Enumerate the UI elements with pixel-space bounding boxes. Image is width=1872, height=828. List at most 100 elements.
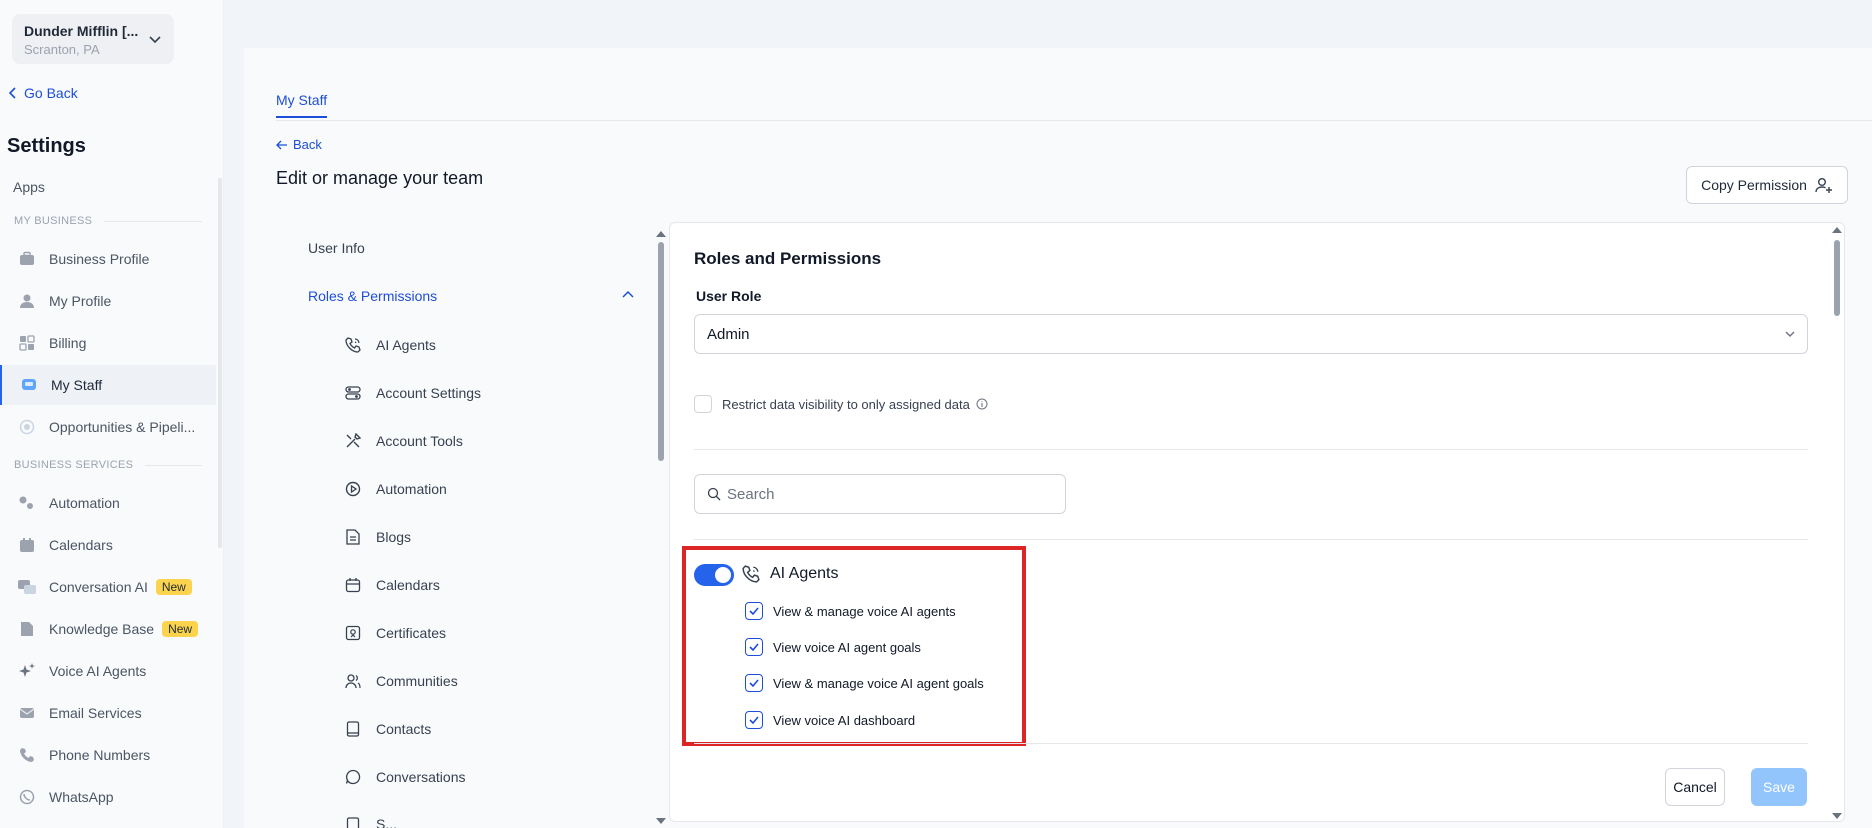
nav-item-label: S...	[376, 816, 398, 828]
nav-certificates[interactable]: Certificates	[344, 624, 446, 642]
cogs-icon	[18, 494, 36, 512]
nav-item-label: Certificates	[376, 625, 447, 641]
nav-automation[interactable]: Automation	[344, 480, 447, 498]
sidebar-item-label: Calendars	[49, 537, 113, 553]
nav-communities[interactable]: Communities	[344, 672, 458, 690]
sidebar-item-my-profile[interactable]: My Profile	[0, 281, 216, 321]
arrow-left-icon	[276, 140, 287, 149]
sidebar-item-label: Voice AI Agents	[49, 663, 147, 679]
user-role-select[interactable]: Admin	[694, 314, 1808, 354]
copy-permission-label: Copy Permission	[1701, 177, 1807, 193]
sidebar-item-voice-ai-agents[interactable]: Voice AI Agents	[0, 651, 216, 691]
sidebar-item-label: Billing	[49, 335, 87, 351]
chevron-left-icon	[8, 87, 16, 99]
page-title: Edit or manage your team	[276, 168, 484, 188]
nav-truncated-item[interactable]: S...	[344, 816, 397, 828]
chat-icon	[18, 578, 36, 596]
sidebar-item-label: My Profile	[49, 293, 112, 309]
sidebar-item-business-profile[interactable]: Business Profile	[0, 239, 216, 279]
sparkle-icon	[18, 662, 36, 680]
calendar-icon	[18, 536, 36, 554]
sidebar-item-label: Opportunities & Pipeli...	[49, 419, 196, 435]
restrict-visibility-checkbox[interactable]	[694, 395, 712, 413]
file-text-icon	[344, 528, 362, 546]
sidebar-item-conversation-ai[interactable]: Conversation AI New	[0, 567, 216, 607]
nav-contacts[interactable]: Contacts	[344, 720, 431, 738]
sidebar-item-label: Conversation AI	[49, 579, 148, 595]
permission-search-input[interactable]: Search	[694, 474, 1066, 514]
back-link[interactable]: Back	[276, 137, 322, 152]
sidebar-item-apps[interactable]: Apps	[13, 179, 45, 195]
nav-ai-agents[interactable]: AI Agents	[344, 336, 436, 354]
nav-item-label: Blogs	[376, 529, 412, 545]
save-button[interactable]: Save	[1751, 768, 1807, 806]
nav-user-info[interactable]: User Info	[308, 240, 365, 256]
tab-divider	[276, 120, 1872, 121]
cancel-button[interactable]: Cancel	[1665, 768, 1725, 806]
panel-scrollbar[interactable]	[1832, 226, 1842, 822]
info-icon[interactable]	[976, 398, 988, 410]
sidebar-item-whatsapp[interactable]: WhatsApp	[0, 777, 216, 817]
nav-item-label: Contacts	[376, 721, 432, 737]
new-badge: New	[162, 621, 199, 637]
sidebar-item-calendars[interactable]: Calendars	[0, 525, 216, 565]
sidebar-item-billing[interactable]: Billing	[0, 323, 216, 363]
user-plus-icon	[1815, 178, 1832, 193]
nav-item-label: Account Tools	[376, 433, 463, 449]
left-nav-scrollbar[interactable]	[656, 231, 666, 824]
document-icon	[18, 620, 36, 638]
tab-my-staff[interactable]: My Staff	[276, 92, 328, 118]
user-role-value: Admin	[707, 325, 750, 343]
tools-icon	[344, 432, 362, 450]
sidebar-item-automation[interactable]: Automation	[0, 483, 216, 523]
section-label-business-services: BUSINESS SERVICES	[14, 459, 202, 471]
nav-account-settings[interactable]: Account Settings	[344, 384, 481, 402]
sidebar-item-label: Email Services	[49, 705, 142, 721]
restrict-visibility-row: Restrict data visibility to only assigne…	[694, 395, 988, 413]
section-label-text: MY BUSINESS	[14, 215, 93, 227]
roles-permissions-panel: Roles and Permissions User Role Admin Re…	[669, 222, 1845, 822]
search-placeholder: Search	[727, 485, 775, 503]
restrict-visibility-label: Restrict data visibility to only assigne…	[722, 396, 970, 412]
section-label-my-business: MY BUSINESS	[14, 215, 202, 227]
sidebar-item-label: Automation	[49, 495, 120, 511]
sidebar-item-label: Business Profile	[49, 251, 150, 267]
nav-calendars[interactable]: Calendars	[344, 576, 440, 594]
go-back-link[interactable]: Go Back	[8, 85, 78, 101]
back-label: Back	[293, 137, 322, 152]
sidebar-item-label: WhatsApp	[49, 789, 114, 805]
divider	[694, 743, 1808, 744]
sidebar-item-my-staff[interactable]: My Staff	[0, 365, 216, 405]
staff-icon	[20, 376, 38, 394]
nav-conversations[interactable]: Conversations	[344, 768, 466, 786]
mail-icon	[18, 704, 36, 722]
nav-account-tools[interactable]: Account Tools	[344, 432, 463, 450]
sidebar-item-phone-numbers[interactable]: Phone Numbers	[0, 735, 216, 775]
calendar-icon	[344, 576, 362, 594]
nav-item-label: Account Settings	[376, 385, 482, 401]
divider	[694, 449, 1808, 450]
section-label-text: BUSINESS SERVICES	[14, 459, 134, 471]
chevron-down-icon	[1785, 331, 1795, 337]
nav-blogs[interactable]: Blogs	[344, 528, 411, 546]
target-icon	[18, 418, 36, 436]
nav-roles-permissions-label: Roles & Permissions	[308, 288, 438, 304]
nav-item-label: AI Agents	[376, 337, 436, 353]
briefcase-icon	[18, 250, 36, 268]
book-icon	[344, 720, 362, 738]
new-badge: New	[155, 579, 192, 595]
sidebar-item-knowledge-base[interactable]: Knowledge Base New	[0, 609, 216, 649]
copy-permission-button[interactable]: Copy Permission	[1686, 166, 1848, 204]
sidebar-item-email-services[interactable]: Email Services	[0, 693, 216, 733]
document-icon	[344, 816, 362, 828]
sidebar-item-label: Phone Numbers	[49, 747, 151, 763]
chevron-down-icon	[149, 36, 161, 44]
account-switcher[interactable]: Dunder Mifflin [... Scranton, PA	[12, 14, 174, 64]
nav-item-label: Communities	[376, 673, 458, 689]
sidebar-scrollbar[interactable]	[218, 178, 222, 548]
certificate-icon	[344, 624, 362, 642]
sidebar-item-label: Knowledge Base	[49, 621, 155, 637]
nav-roles-permissions[interactable]: Roles & Permissions	[308, 288, 634, 304]
sidebar-item-opportunities[interactable]: Opportunities & Pipeli...	[0, 407, 216, 447]
settings-title: Settings	[7, 135, 86, 157]
